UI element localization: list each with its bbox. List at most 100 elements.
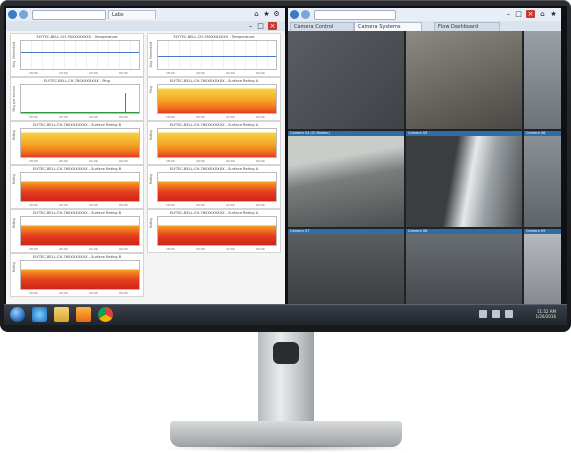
x-tick-label: 20:00 [196,159,205,163]
camera-label: Camera 05 [406,131,522,136]
x-tick-label: 00:00 [119,291,128,295]
chart-panel: ELYTEC-BELL-CH-760XXXXXXX - Surface Rati… [10,121,144,165]
camera-feed[interactable] [406,31,522,129]
camera-feed[interactable]: Camera 07 [288,229,404,304]
x-tick-label: 20:00 [196,247,205,251]
camera-feed[interactable] [524,31,561,129]
chart-plot-area [157,128,277,158]
chart-y-label: Rating [12,174,16,185]
camera-feed[interactable] [288,31,404,129]
chart-y-label: Rating [149,174,153,185]
x-tick-label: 18:00 [166,115,175,119]
maximize-icon[interactable]: □ [514,10,523,18]
chart-y-label: Rating [149,130,153,141]
minimize-icon[interactable]: – [504,10,513,18]
x-tick-label: 22:00 [226,247,235,251]
x-tick-label: 00:00 [119,115,128,119]
tab-labs[interactable]: Labs [108,10,156,19]
x-tick-label: 18:00 [166,203,175,207]
clock[interactable]: 11:52 AM 1/20/2016 [516,309,556,319]
chart-plot-area [157,84,277,114]
camera-feed[interactable]: Camera 06 [524,131,561,227]
x-tick-label: 00:00 [119,159,128,163]
x-tick-label: 22:00 [226,203,235,207]
chart-y-label: Ping per second [12,86,16,112]
internet-explorer-icon[interactable] [32,307,47,322]
x-tick-label: 20:00 [59,291,68,295]
charts-panel: ELYTEC-BELL-CH-760XXXXXXX - Temperature D… [6,31,285,304]
chart-title: ELYTEC-BELL-CH-760XXXXXXX - Surface Rati… [32,211,122,215]
camera-label: Camera 06 [524,131,561,136]
tab-flow-dashboard[interactable]: Flow Dashboard [434,22,500,31]
x-tick-label: 18:00 [29,291,38,295]
chart-y-label: Ping [149,86,153,93]
series-line [21,52,139,54]
x-tick-label: 18:00 [29,159,38,163]
windows-start-icon[interactable] [10,307,25,322]
camera-feed[interactable]: Camera 05 [406,131,522,227]
chart-panel: ELYTEC-BELL-CH-760XXXXXXX - Temperature D… [10,33,144,77]
chart-plot-area [20,172,140,202]
forward-icon[interactable] [301,10,310,19]
file-explorer-icon[interactable] [54,307,69,322]
taskbar: 11:52 AM 1/20/2016 [4,304,567,325]
camera-label: Camera 08 [406,229,522,234]
browser-window-charts[interactable]: Labs ⌂ ★ ⚙ – □ × ELYTEC-BELL-CH-760XXXXX… [6,8,285,304]
chart-y-label: Deg. Fahrenheit [12,42,16,68]
minimize-icon[interactable]: – [246,22,255,30]
x-tick-label: 22:00 [226,159,235,163]
camera-feed[interactable]: Camera 04 (IC-Motion) [288,131,404,227]
camera-label: Camera 09 [524,229,561,234]
x-tick-label: 18:00 [29,203,38,207]
address-field[interactable] [314,10,396,20]
chart-panel: ELYTEC-BELL-CH-760XXXXXXX - Surface Rati… [10,165,144,209]
favorites-icon[interactable]: ★ [549,10,558,18]
media-player-icon[interactable] [76,307,91,322]
camera-feed[interactable]: Camera 09 [524,229,561,304]
back-icon[interactable] [8,10,17,19]
chart-title: ELYTEC-BELL-CH-760XXXXXXX - Temperature [173,35,255,39]
x-tick-label: 00:00 [119,203,128,207]
x-tick-label: 00:00 [256,71,265,75]
tray-flag-icon[interactable] [479,310,487,318]
settings-gear-icon[interactable]: ⚙ [272,10,281,18]
network-icon[interactable] [492,310,500,318]
camera-feed[interactable]: Camera 08 [406,229,522,304]
forward-icon[interactable] [19,10,28,19]
x-tick-label: 22:00 [89,247,98,251]
chart-plot-area [157,40,277,70]
tab-camera-control[interactable]: Camera Control [290,22,354,31]
clock-date: 1/20/2016 [535,314,556,319]
x-tick-label: 18:00 [29,115,38,119]
camera-grid: Camera 04 (IC-Motion) Camera 05 Camera 06 C… [288,31,561,304]
x-tick-label: 00:00 [256,115,265,119]
x-tick-label: 18:00 [166,247,175,251]
maximize-icon[interactable]: □ [256,22,265,30]
volume-icon[interactable] [505,310,513,318]
back-icon[interactable] [290,10,299,19]
chrome-icon[interactable] [98,307,113,322]
home-icon[interactable]: ⌂ [538,10,547,18]
address-field[interactable] [32,10,106,20]
chart-title: ELYTEC-BELL-CH-760XXXXXXX - Surface Rati… [169,123,259,127]
chart-plot-area [20,260,140,290]
favorites-icon[interactable]: ★ [262,10,271,18]
close-icon[interactable]: × [268,22,277,30]
chart-title: ELYTEC-BELL-CH-760XXXXXXX - Surface Rati… [32,255,122,259]
browser-window-cameras[interactable]: – □ × ⌂ ★ Camera Control Camera Systems … [288,8,561,304]
x-tick-label: 22:00 [226,115,235,119]
chart-plot-area [20,40,140,70]
x-tick-label: 22:00 [89,203,98,207]
series-line [158,56,276,58]
stand-cable-hole [273,342,299,364]
x-tick-label: 00:00 [256,159,265,163]
chart-plot-area [20,84,140,114]
tab-camera-systems[interactable]: Camera Systems [354,22,422,31]
close-icon[interactable]: × [526,10,535,18]
x-tick-label: 22:00 [226,71,235,75]
home-icon[interactable]: ⌂ [252,10,261,18]
chart-panel: ELYTEC-BELL-CH-760XXXXXXX - Surface Rati… [147,165,281,209]
x-tick-label: 22:00 [89,71,98,75]
x-tick-label: 00:00 [256,247,265,251]
chart-y-label: Rating [12,262,16,273]
